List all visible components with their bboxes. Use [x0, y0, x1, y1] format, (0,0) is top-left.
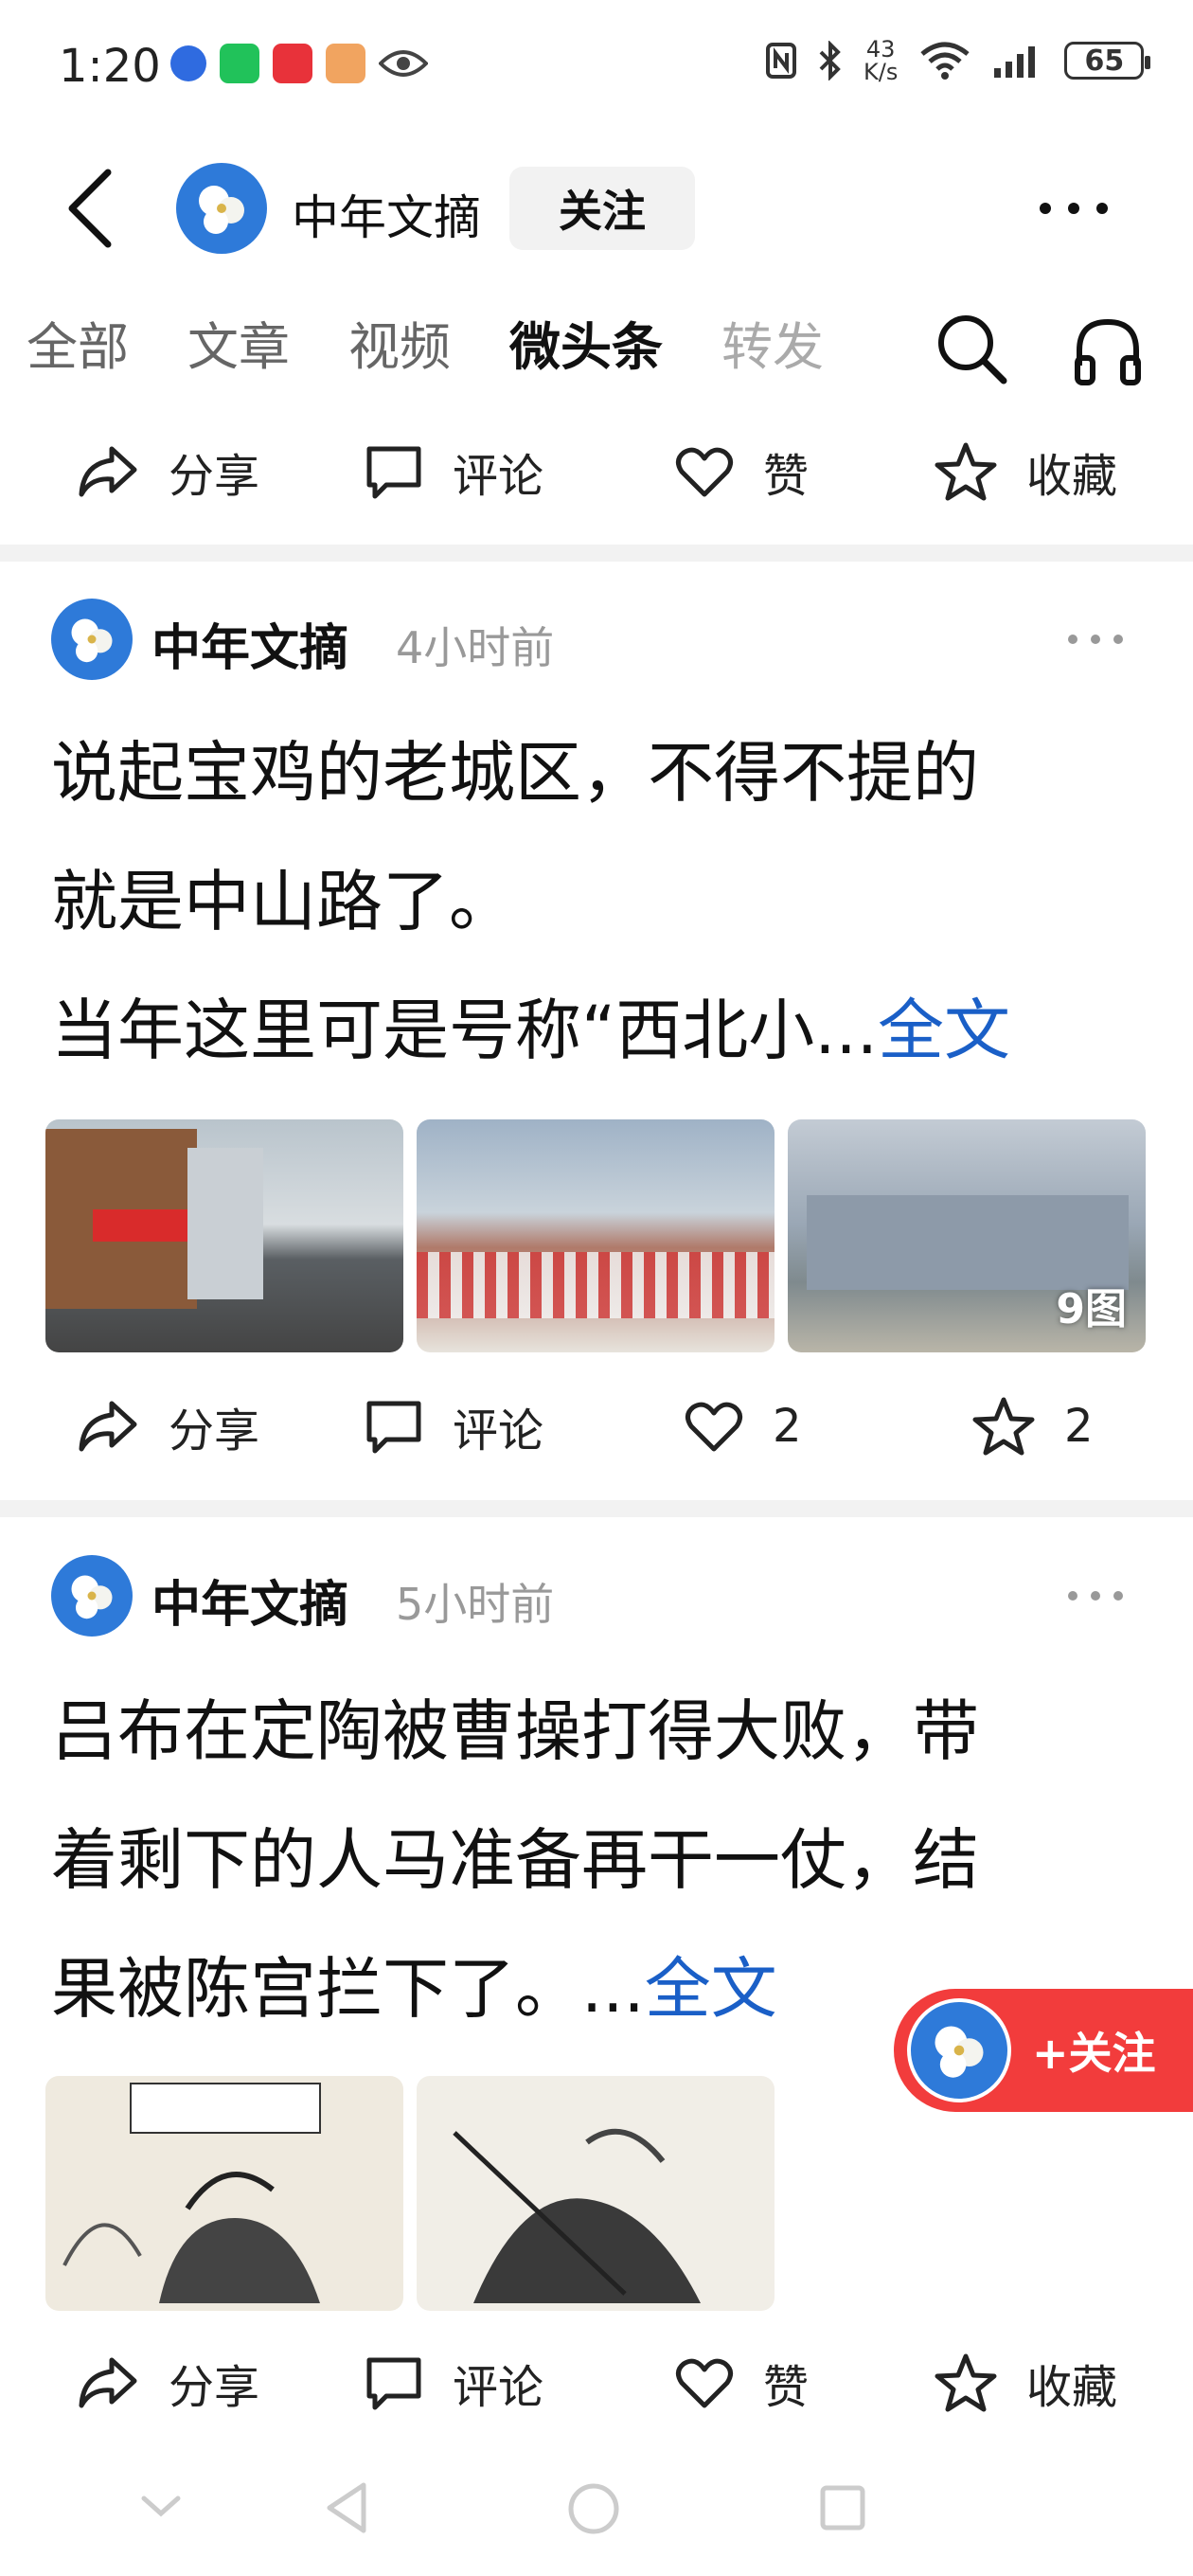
post-author-name[interactable]: 中年文摘	[151, 1565, 348, 1636]
nav-recents-icon[interactable]	[818, 2483, 867, 2532]
follow-button[interactable]: 关注	[509, 167, 695, 250]
wechat-icon	[220, 44, 259, 83]
flower-avatar-image	[71, 1575, 113, 1619]
post-body[interactable]: 说起宝鸡的老城区，不得不提的 就是中山路了。 当年这里可是号称“西北小...全文	[51, 708, 1149, 1095]
floating-follow-button[interactable]: +关注	[894, 1989, 1193, 2112]
network-speed: 43 K/s	[864, 36, 899, 85]
account-avatar[interactable]	[176, 163, 267, 254]
post-image-3[interactable]: 9图	[788, 1119, 1146, 1352]
tab-all[interactable]: 全部	[27, 305, 129, 380]
image-count-badge: 9图	[1056, 1285, 1127, 1333]
eye-icon	[379, 50, 428, 77]
tab-videos[interactable]: 视频	[348, 305, 451, 380]
cartoon-app-icon	[326, 44, 365, 83]
notification-icons	[170, 44, 428, 83]
share-button[interactable]: 分享	[76, 1393, 259, 1459]
previous-post-actions: 分享 评论 赞 收藏	[0, 434, 1193, 510]
system-indicators: 43 K/s 65	[765, 36, 1151, 85]
divider	[0, 1500, 1193, 1517]
ink-illustration	[62, 2083, 321, 2303]
nav-back-icon[interactable]	[322, 2479, 371, 2536]
post-author-name[interactable]: 中年文摘	[151, 608, 348, 679]
share-button[interactable]: 分享	[76, 2350, 259, 2416]
floating-follow-label: +关注	[1032, 2028, 1156, 2079]
favorite-button[interactable]: 2	[971, 1396, 1094, 1457]
video-app-icon	[273, 44, 312, 83]
chevron-down-icon[interactable]	[140, 2493, 182, 2519]
post-more-icon[interactable]	[1068, 1591, 1123, 1601]
account-name: 中年文摘	[292, 190, 481, 245]
post-image-1[interactable]	[45, 2076, 403, 2311]
headphones-icon[interactable]	[1070, 313, 1146, 388]
post-image-2[interactable]	[417, 2076, 775, 2311]
star-icon	[935, 2353, 997, 2412]
post-time: 5小时前	[396, 1579, 555, 1630]
like-button[interactable]: 赞	[674, 438, 809, 505]
flower-avatar-image	[199, 186, 244, 234]
search-icon[interactable]	[932, 309, 1011, 388]
heart-icon	[676, 447, 733, 497]
post-author-avatar[interactable]	[51, 1555, 133, 1637]
comment-button[interactable]: 评论	[364, 2350, 543, 2416]
comment-button[interactable]: 评论	[364, 438, 543, 505]
comment-button[interactable]: 评论	[364, 1393, 543, 1459]
tab-articles[interactable]: 文章	[187, 305, 290, 380]
nfc-icon	[766, 43, 796, 79]
flower-avatar-image	[935, 2026, 984, 2078]
share-icon	[79, 1401, 137, 1452]
divider	[0, 545, 1193, 562]
bluetooth-icon	[819, 41, 841, 80]
post-image-2[interactable]	[417, 1119, 775, 1352]
nav-home-icon[interactable]	[566, 2481, 621, 2536]
like-button[interactable]: 赞	[674, 2350, 809, 2416]
post-more-icon[interactable]	[1068, 635, 1123, 644]
post-2-actions: 分享 评论 赞 收藏	[0, 2345, 1193, 2421]
comment-icon	[366, 1401, 421, 1454]
status-bar: 1:20 43 K/s 65	[0, 0, 1193, 133]
full-text-link[interactable]: 全文	[645, 1950, 777, 2028]
full-text-link[interactable]: 全文	[878, 992, 1010, 1069]
heart-icon	[686, 1402, 742, 1452]
heart-icon	[676, 2358, 733, 2408]
comment-icon	[366, 2357, 421, 2410]
favorite-button[interactable]: 收藏	[934, 2350, 1117, 2416]
app-notification-icon	[170, 45, 206, 81]
tab-bar: 全部 文章 视频 微头条 转发	[27, 305, 824, 380]
share-icon	[79, 446, 137, 497]
tab-micro-posts[interactable]: 微头条	[509, 305, 663, 380]
more-options-icon[interactable]	[1040, 203, 1108, 214]
back-arrow-icon[interactable]	[59, 161, 125, 256]
post-author-avatar[interactable]	[51, 599, 133, 680]
status-time: 1:20	[59, 40, 161, 93]
favorite-button[interactable]: 收藏	[934, 438, 1117, 505]
share-icon	[79, 2357, 137, 2408]
post-image-1[interactable]	[45, 1119, 403, 1352]
star-icon	[972, 1397, 1035, 1456]
star-icon	[935, 442, 997, 501]
post-time: 4小时前	[396, 622, 555, 673]
cellular-signal-icon	[994, 46, 1036, 78]
follow-avatar	[907, 1998, 1011, 2102]
comment-icon	[366, 446, 421, 499]
tab-reposts[interactable]: 转发	[721, 305, 824, 380]
post-1-actions: 分享 评论 2 2	[0, 1388, 1193, 1464]
like-button[interactable]: 2	[684, 1398, 802, 1455]
battery-indicator: 65	[1064, 42, 1151, 80]
ink-illustration	[453, 2128, 701, 2303]
wifi-icon	[920, 42, 970, 80]
flower-avatar-image	[71, 618, 113, 663]
share-button[interactable]: 分享	[76, 438, 259, 505]
system-navigation-bar	[0, 2462, 1193, 2576]
